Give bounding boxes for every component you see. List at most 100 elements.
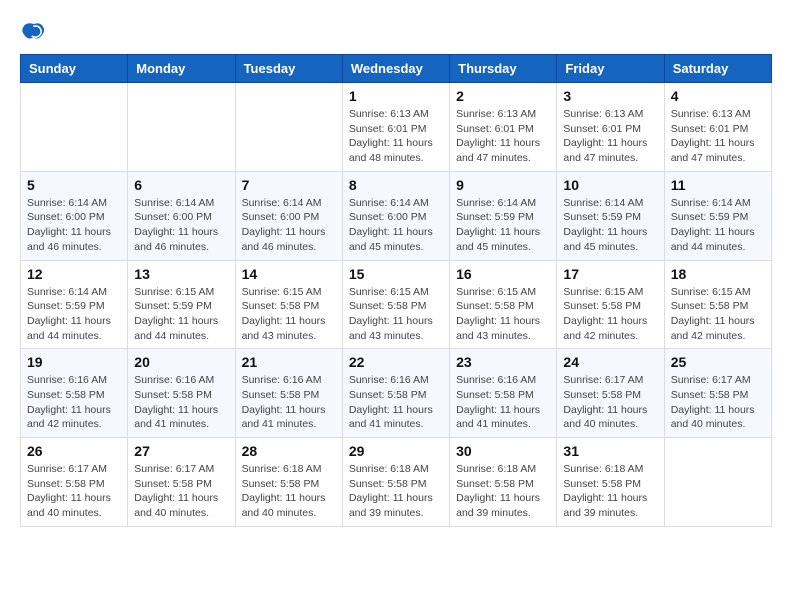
day-number: 26 bbox=[27, 443, 121, 459]
day-number: 19 bbox=[27, 354, 121, 370]
calendar-cell: 12 Sunrise: 6:14 AM Sunset: 5:59 PM Dayli… bbox=[21, 260, 128, 349]
day-info: Sunrise: 6:14 AM Sunset: 5:59 PM Dayligh… bbox=[563, 196, 657, 255]
calendar-cell: 6Sunrise: 6:14 AM Sunset: 6:00 PM Daylig… bbox=[128, 171, 235, 260]
day-info: Sunrise: 6:18 AM Sunset: 5:58 PM Dayligh… bbox=[242, 462, 336, 521]
calendar-cell: 16 Sunrise: 6:15 AM Sunset: 5:58 PM Dayli… bbox=[450, 260, 557, 349]
calendar-cell: 25Sunrise: 6:17 AM Sunset: 5:58 PM Dayli… bbox=[664, 349, 771, 438]
calendar-cell: 29 Sunrise: 6:18 AM Sunset: 5:58 PM Dayli… bbox=[342, 438, 449, 527]
day-info: Sunrise: 6:13 AM Sunset: 6:01 PM Dayligh… bbox=[563, 107, 657, 166]
day-info: Sunrise: 6:13 AM Sunset: 6:01 PM Dayligh… bbox=[349, 107, 443, 166]
day-info: Sunrise: 6:15 AM Sunset: 5:58 PM Dayligh… bbox=[456, 285, 550, 344]
day-info: Sunrise: 6:18 AM Sunset: 5:58 PM Dayligh… bbox=[563, 462, 657, 521]
day-info: Sunrise: 6:16 AM Sunset: 5:58 PM Dayligh… bbox=[349, 373, 443, 432]
day-info: Sunrise: 6:14 AM Sunset: 5:59 PM Dayligh… bbox=[671, 196, 765, 255]
day-info: Sunrise: 6:16 AM Sunset: 5:58 PM Dayligh… bbox=[134, 373, 228, 432]
day-number: 24 bbox=[563, 354, 657, 370]
day-number: 23 bbox=[456, 354, 550, 370]
calendar-cell: 20 Sunrise: 6:16 AM Sunset: 5:58 PM Dayli… bbox=[128, 349, 235, 438]
day-info: Sunrise: 6:14 AM Sunset: 5:59 PM Dayligh… bbox=[456, 196, 550, 255]
day-number: 11 bbox=[671, 177, 765, 193]
calendar-cell: 19 Sunrise: 6:16 AM Sunset: 5:58 PM Dayli… bbox=[21, 349, 128, 438]
calendar-cell: 3 Sunrise: 6:13 AM Sunset: 6:01 PM Daylig… bbox=[557, 83, 664, 172]
calendar-cell: 18Sunrise: 6:15 AM Sunset: 5:58 PM Dayli… bbox=[664, 260, 771, 349]
day-info: Sunrise: 6:16 AM Sunset: 5:58 PM Dayligh… bbox=[456, 373, 550, 432]
day-number: 30 bbox=[456, 443, 550, 459]
day-number: 21 bbox=[242, 354, 336, 370]
day-header-sunday: Sunday bbox=[21, 55, 128, 83]
day-header-thursday: Thursday bbox=[450, 55, 557, 83]
calendar-cell bbox=[21, 83, 128, 172]
day-info: Sunrise: 6:17 AM Sunset: 5:58 PM Dayligh… bbox=[671, 373, 765, 432]
day-number: 3 bbox=[563, 88, 657, 104]
calendar-week-row: 19 Sunrise: 6:16 AM Sunset: 5:58 PM Dayli… bbox=[21, 349, 772, 438]
day-number: 12 bbox=[27, 266, 121, 282]
calendar-cell: 24 Sunrise: 6:17 AM Sunset: 5:58 PM Dayli… bbox=[557, 349, 664, 438]
day-info: Sunrise: 6:16 AM Sunset: 5:58 PM Dayligh… bbox=[242, 373, 336, 432]
calendar-cell: 31 Sunrise: 6:18 AM Sunset: 5:58 PM Dayli… bbox=[557, 438, 664, 527]
day-info: Sunrise: 6:14 AM Sunset: 6:00 PM Dayligh… bbox=[134, 196, 228, 255]
calendar-cell: 5 Sunrise: 6:14 AM Sunset: 6:00 PM Daylig… bbox=[21, 171, 128, 260]
calendar-week-row: 26 Sunrise: 6:17 AM Sunset: 5:58 PM Dayli… bbox=[21, 438, 772, 527]
day-number: 27 bbox=[134, 443, 228, 459]
day-number: 9 bbox=[456, 177, 550, 193]
day-number: 4 bbox=[671, 88, 765, 104]
day-info: Sunrise: 6:14 AM Sunset: 5:59 PM Dayligh… bbox=[27, 285, 121, 344]
day-info: Sunrise: 6:18 AM Sunset: 5:58 PM Dayligh… bbox=[456, 462, 550, 521]
day-number: 10 bbox=[563, 177, 657, 193]
calendar-cell bbox=[128, 83, 235, 172]
calendar-cell: 4 Sunrise: 6:13 AM Sunset: 6:01 PM Daylig… bbox=[664, 83, 771, 172]
day-number: 22 bbox=[349, 354, 443, 370]
calendar-cell bbox=[664, 438, 771, 527]
day-number: 13 bbox=[134, 266, 228, 282]
calendar-cell: 2Sunrise: 6:13 AM Sunset: 6:01 PM Daylig… bbox=[450, 83, 557, 172]
day-number: 5 bbox=[27, 177, 121, 193]
day-info: Sunrise: 6:15 AM Sunset: 5:58 PM Dayligh… bbox=[563, 285, 657, 344]
day-header-saturday: Saturday bbox=[664, 55, 771, 83]
day-number: 29 bbox=[349, 443, 443, 459]
day-number: 16 bbox=[456, 266, 550, 282]
calendar-week-row: 5 Sunrise: 6:14 AM Sunset: 6:00 PM Daylig… bbox=[21, 171, 772, 260]
calendar-cell: 7 Sunrise: 6:14 AM Sunset: 6:00 PM Daylig… bbox=[235, 171, 342, 260]
day-number: 17 bbox=[563, 266, 657, 282]
day-header-monday: Monday bbox=[128, 55, 235, 83]
day-info: Sunrise: 6:14 AM Sunset: 6:00 PM Dayligh… bbox=[27, 196, 121, 255]
logo bbox=[20, 20, 46, 44]
day-info: Sunrise: 6:17 AM Sunset: 5:58 PM Dayligh… bbox=[134, 462, 228, 521]
day-info: Sunrise: 6:15 AM Sunset: 5:58 PM Dayligh… bbox=[242, 285, 336, 344]
day-info: Sunrise: 6:16 AM Sunset: 5:58 PM Dayligh… bbox=[27, 373, 121, 432]
day-info: Sunrise: 6:14 AM Sunset: 6:00 PM Dayligh… bbox=[242, 196, 336, 255]
day-info: Sunrise: 6:17 AM Sunset: 5:58 PM Dayligh… bbox=[563, 373, 657, 432]
calendar-cell bbox=[235, 83, 342, 172]
day-number: 14 bbox=[242, 266, 336, 282]
day-header-tuesday: Tuesday bbox=[235, 55, 342, 83]
day-info: Sunrise: 6:18 AM Sunset: 5:58 PM Dayligh… bbox=[349, 462, 443, 521]
day-number: 31 bbox=[563, 443, 657, 459]
calendar-cell: 15Sunrise: 6:15 AM Sunset: 5:58 PM Dayli… bbox=[342, 260, 449, 349]
day-info: Sunrise: 6:15 AM Sunset: 5:58 PM Dayligh… bbox=[671, 285, 765, 344]
day-header-friday: Friday bbox=[557, 55, 664, 83]
calendar-week-row: 12 Sunrise: 6:14 AM Sunset: 5:59 PM Dayli… bbox=[21, 260, 772, 349]
day-number: 7 bbox=[242, 177, 336, 193]
calendar-cell: 11 Sunrise: 6:14 AM Sunset: 5:59 PM Dayli… bbox=[664, 171, 771, 260]
calendar-cell: 27 Sunrise: 6:17 AM Sunset: 5:58 PM Dayli… bbox=[128, 438, 235, 527]
day-info: Sunrise: 6:14 AM Sunset: 6:00 PM Dayligh… bbox=[349, 196, 443, 255]
day-number: 8 bbox=[349, 177, 443, 193]
calendar-cell: 14 Sunrise: 6:15 AM Sunset: 5:58 PM Dayli… bbox=[235, 260, 342, 349]
day-number: 20 bbox=[134, 354, 228, 370]
calendar-cell: 10 Sunrise: 6:14 AM Sunset: 5:59 PM Dayli… bbox=[557, 171, 664, 260]
calendar-cell: 1Sunrise: 6:13 AM Sunset: 6:01 PM Daylig… bbox=[342, 83, 449, 172]
calendar-cell: 9 Sunrise: 6:14 AM Sunset: 5:59 PM Daylig… bbox=[450, 171, 557, 260]
calendar-cell: 13 Sunrise: 6:15 AM Sunset: 5:59 PM Dayli… bbox=[128, 260, 235, 349]
calendar-cell: 22 Sunrise: 6:16 AM Sunset: 5:58 PM Dayli… bbox=[342, 349, 449, 438]
day-info: Sunrise: 6:13 AM Sunset: 6:01 PM Dayligh… bbox=[671, 107, 765, 166]
day-info: Sunrise: 6:15 AM Sunset: 5:59 PM Dayligh… bbox=[134, 285, 228, 344]
calendar-cell: 17 Sunrise: 6:15 AM Sunset: 5:58 PM Dayli… bbox=[557, 260, 664, 349]
calendar-cell: 26Sunrise: 6:17 AM Sunset: 5:58 PM Dayli… bbox=[21, 438, 128, 527]
calendar-cell: 28Sunrise: 6:18 AM Sunset: 5:58 PM Dayli… bbox=[235, 438, 342, 527]
calendar-cell: 21 Sunrise: 6:16 AM Sunset: 5:58 PM Dayli… bbox=[235, 349, 342, 438]
day-info: Sunrise: 6:13 AM Sunset: 6:01 PM Dayligh… bbox=[456, 107, 550, 166]
calendar-cell: 8 Sunrise: 6:14 AM Sunset: 6:00 PM Daylig… bbox=[342, 171, 449, 260]
calendar-week-row: 1Sunrise: 6:13 AM Sunset: 6:01 PM Daylig… bbox=[21, 83, 772, 172]
logo-icon bbox=[22, 20, 46, 44]
day-number: 15 bbox=[349, 266, 443, 282]
